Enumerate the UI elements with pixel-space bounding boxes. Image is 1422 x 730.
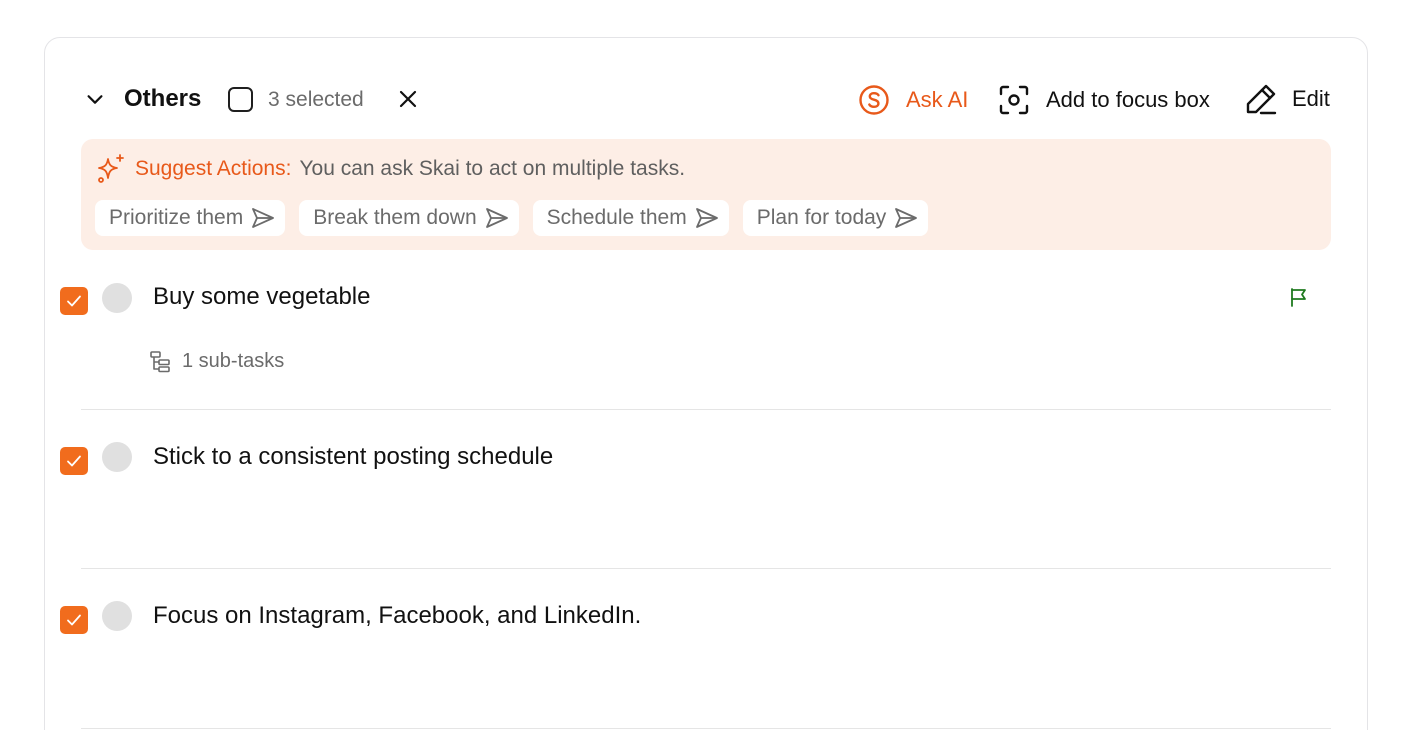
complete-circle[interactable] xyxy=(102,601,132,631)
focus-icon xyxy=(999,85,1029,115)
complete-circle[interactable] xyxy=(102,283,132,313)
sparkle-icon xyxy=(98,154,124,183)
suggest-description: You can ask Skai to act on multiple task… xyxy=(299,157,686,180)
chip-schedule[interactable]: Schedule them xyxy=(532,200,729,236)
subtasks-icon xyxy=(150,351,170,373)
edit-label: Edit xyxy=(1292,86,1330,111)
chip-label: Break them down xyxy=(313,206,477,229)
chip-plan-today[interactable]: Plan for today xyxy=(742,200,929,236)
send-icon xyxy=(252,208,275,228)
chip-prioritize[interactable]: Prioritize them xyxy=(95,200,286,236)
pencil-icon xyxy=(1246,84,1277,115)
task-row: Buy some vegetable 1 sub-tasks xyxy=(0,250,1422,410)
chip-label: Schedule them xyxy=(546,206,687,229)
task-title[interactable]: Stick to a consistent posting schedule xyxy=(153,442,553,472)
complete-circle[interactable] xyxy=(102,442,132,472)
chip-label: Plan for today xyxy=(756,206,887,229)
chevron-down-icon[interactable] xyxy=(84,88,106,110)
edit-button[interactable]: Edit xyxy=(1244,82,1330,116)
chip-break-down[interactable]: Break them down xyxy=(299,200,519,236)
skai-logo-icon xyxy=(859,85,889,115)
selected-count: 3 selected xyxy=(268,88,364,111)
suggest-chips: Prioritize them Break them down Schedule… xyxy=(95,200,929,236)
add-to-focus-box-label: Add to focus box xyxy=(1046,87,1210,112)
ask-ai-label: Ask AI xyxy=(906,87,969,112)
check-icon xyxy=(67,614,81,626)
subtasks-indicator[interactable]: 1 sub-tasks xyxy=(148,349,284,373)
task-row: Stick to a consistent posting schedule xyxy=(0,410,1422,570)
divider xyxy=(81,728,1331,729)
suggest-actions-line: Suggest Actions: You can ask Skai to act… xyxy=(95,153,685,185)
check-icon xyxy=(67,455,81,467)
flag-icon[interactable] xyxy=(1289,287,1309,307)
send-icon xyxy=(695,208,718,228)
group-title: Others xyxy=(124,85,202,112)
check-icon xyxy=(67,295,81,307)
task-checkbox[interactable] xyxy=(60,606,88,634)
task-checkbox[interactable] xyxy=(60,447,88,475)
chip-label: Prioritize them xyxy=(109,206,244,229)
ask-ai-button[interactable]: Ask AI xyxy=(858,84,968,116)
send-icon xyxy=(895,208,918,228)
task-row: Focus on Instagram, Facebook, and Linked… xyxy=(0,569,1422,729)
add-to-focus-box-button[interactable]: Add to focus box xyxy=(998,84,1210,116)
select-all-checkbox[interactable] xyxy=(228,87,253,112)
task-title[interactable]: Buy some vegetable xyxy=(153,282,370,312)
task-title[interactable]: Focus on Instagram, Facebook, and Linked… xyxy=(153,601,641,631)
subtasks-count: 1 sub-tasks xyxy=(182,349,285,372)
clear-selection-icon[interactable] xyxy=(398,89,418,109)
suggest-actions-panel: Suggest Actions: You can ask Skai to act… xyxy=(81,139,1331,250)
task-checkbox[interactable] xyxy=(60,287,88,315)
suggest-title: Suggest Actions: xyxy=(135,157,292,180)
group-header: Others 3 selected Ask AI Add to focus bo… xyxy=(0,0,1422,125)
send-icon xyxy=(485,208,508,228)
